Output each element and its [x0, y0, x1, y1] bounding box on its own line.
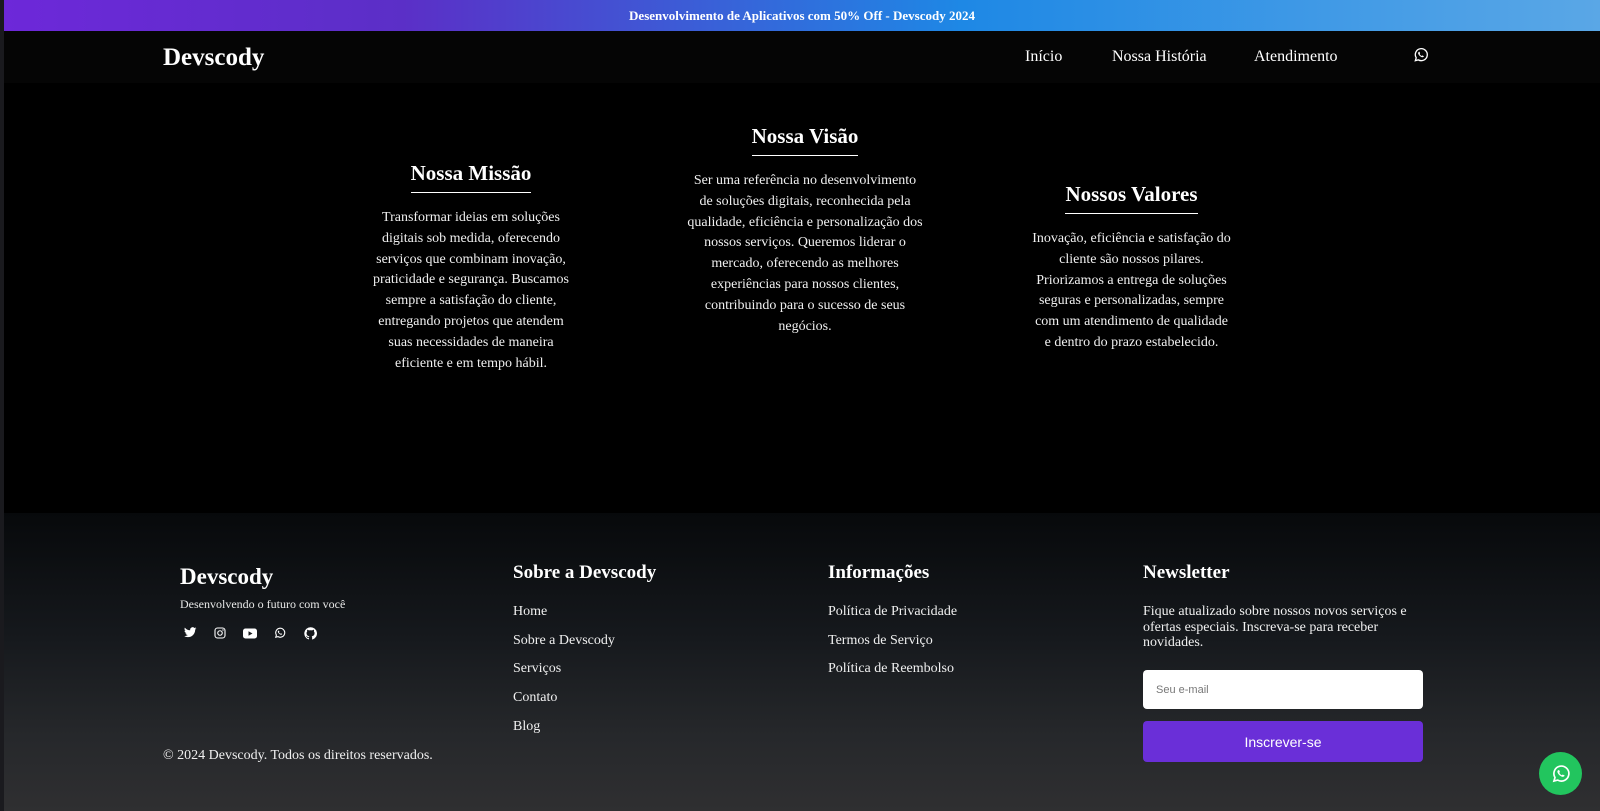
- card-text: Inovação, eficiência e satisfação do cli…: [1032, 231, 1231, 350]
- card-text: Transformar ideias em soluções digitais …: [373, 210, 569, 371]
- whatsapp-icon[interactable]: [1413, 47, 1429, 63]
- newsletter-text: Fique atualizado sobre nossos novos serv…: [1143, 604, 1407, 650]
- footer-tagline: Desenvolvendo o futuro com você: [180, 597, 346, 611]
- nav-link-nossa-historia[interactable]: Nossa História: [1112, 48, 1207, 66]
- social-links: [182, 625, 318, 641]
- footer-link-sobre[interactable]: Sobre a Devscody: [513, 633, 615, 662]
- announcement-text: Desenvolvimento de Aplicativos com 50% O…: [629, 7, 975, 23]
- footer-about-title: Sobre a Devscody: [513, 562, 657, 583]
- footer-newsletter-title: Newsletter: [1143, 562, 1230, 583]
- footer-link-privacidade[interactable]: Política de Privacidade: [828, 604, 957, 633]
- footer-about-links: Home Sobre a Devscody Serviços Contato B…: [513, 604, 615, 747]
- nav-link-atendimento[interactable]: Atendimento: [1254, 48, 1338, 66]
- github-icon[interactable]: [302, 625, 318, 641]
- whatsapp-icon[interactable]: [272, 625, 288, 641]
- footer-link-servicos[interactable]: Serviços: [513, 661, 615, 690]
- subscribe-button[interactable]: Inscrever-se: [1143, 721, 1423, 762]
- whatsapp-icon: [1551, 764, 1571, 784]
- footer-info-links: Política de Privacidade Termos de Serviç…: [828, 604, 957, 690]
- card-title: Nossos Valores: [1065, 182, 1198, 214]
- footer-brand: Devscody: [180, 564, 274, 589]
- navbar: Devscody Início Nossa História Atendimen…: [4, 31, 1600, 83]
- about-cards-section: Nossa Missão Transformar ideias em soluç…: [4, 83, 1600, 513]
- youtube-icon[interactable]: [242, 625, 258, 641]
- announcement-bar: Desenvolvimento de Aplicativos com 50% O…: [4, 0, 1600, 31]
- brand-logo[interactable]: Devscody: [163, 44, 264, 72]
- card-visao: Nossa Visão Ser uma referência no desenv…: [687, 124, 923, 337]
- whatsapp-float-button[interactable]: [1539, 752, 1582, 795]
- card-title: Nossa Visão: [751, 124, 859, 156]
- footer-link-blog[interactable]: Blog: [513, 719, 615, 748]
- copyright-text: © 2024 Devscody. Todos os direitos reser…: [163, 748, 433, 763]
- footer-link-home[interactable]: Home: [513, 604, 615, 633]
- card-missao: Nossa Missão Transformar ideias em soluç…: [371, 161, 571, 374]
- card-title: Nossa Missão: [410, 161, 532, 193]
- footer-link-contato[interactable]: Contato: [513, 690, 615, 719]
- footer-info-title: Informações: [828, 562, 930, 583]
- instagram-icon[interactable]: [212, 625, 228, 641]
- nav-link-inicio[interactable]: Início: [1025, 48, 1062, 66]
- footer: Devscody Desenvolvendo o futuro com você…: [4, 513, 1600, 811]
- card-valores: Nossos Valores Inovação, eficiência e sa…: [1031, 182, 1232, 354]
- card-text: Ser uma referência no desenvolvimento de…: [687, 173, 923, 334]
- twitter-icon[interactable]: [182, 625, 198, 641]
- footer-link-reembolso[interactable]: Política de Reembolso: [828, 661, 957, 690]
- newsletter-email-input[interactable]: [1143, 670, 1423, 709]
- footer-link-termos[interactable]: Termos de Serviço: [828, 633, 957, 662]
